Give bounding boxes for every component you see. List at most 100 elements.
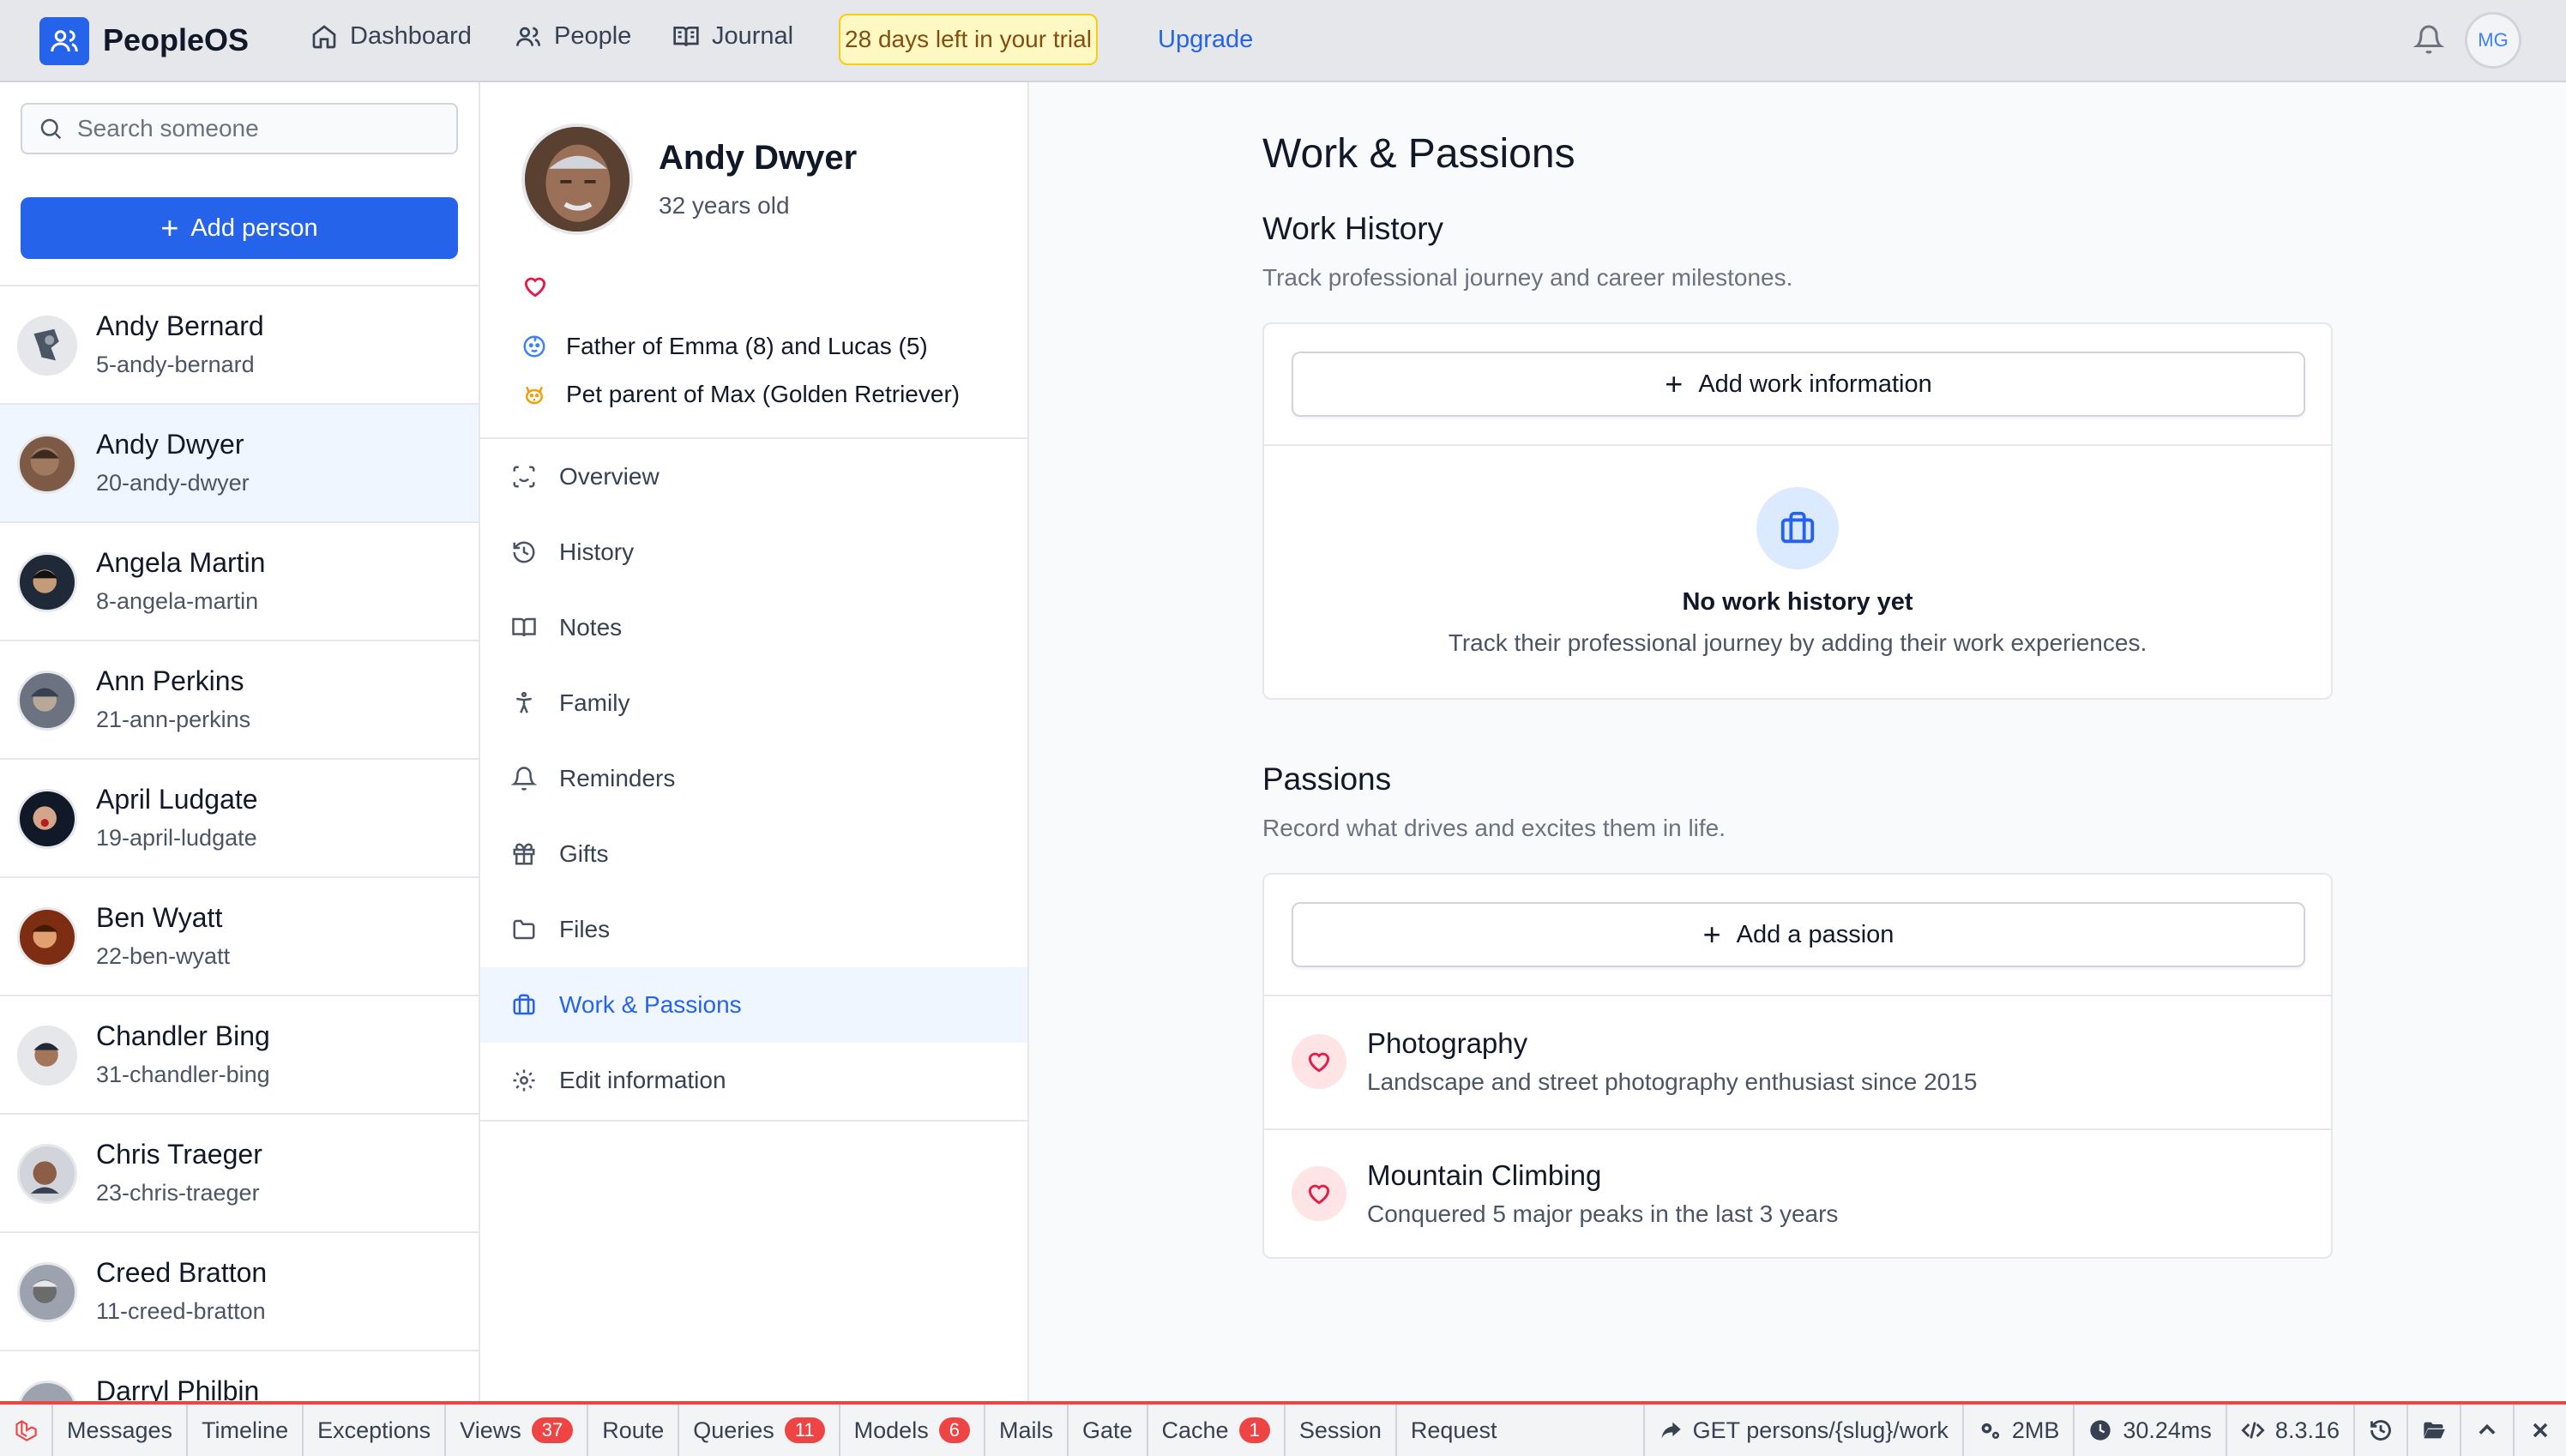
debugbar-tab-cache[interactable]: Cache 1 (1148, 1405, 1286, 1456)
profile-name: Andy Dwyer (659, 139, 858, 177)
person-name: Ann Perkins (96, 665, 244, 696)
add-work-label: Add work information (1698, 370, 1932, 398)
menu-item-files[interactable]: Files (480, 892, 1027, 967)
plus-icon: + (160, 210, 179, 245)
menu-item-work-passions[interactable]: Work & Passions (480, 967, 1027, 1043)
search-input[interactable] (77, 115, 437, 142)
tab-label: Timeline (202, 1417, 289, 1443)
menu-label: Edit information (559, 1067, 726, 1093)
history-icon[interactable] (2355, 1405, 2408, 1456)
user-avatar[interactable]: MG (2465, 12, 2521, 69)
add-passion-button[interactable]: + Add a passion (1292, 902, 2305, 967)
people-icon (516, 27, 540, 46)
menu-item-reminders[interactable]: Reminders (480, 741, 1027, 816)
passion-item[interactable]: Mountain Climbing Conquered 5 major peak… (1264, 1128, 2331, 1260)
debugbar-route[interactable]: GET persons/{slug}/work (1642, 1405, 1964, 1456)
search-box[interactable] (21, 103, 458, 154)
time-text: 30.24ms (2123, 1417, 2212, 1443)
profile-age: 32 years old (659, 192, 790, 219)
trial-badge: 28 days left in your trial (839, 14, 1098, 65)
profile-avatar (521, 123, 633, 235)
debugbar-tab-models[interactable]: Models 6 (840, 1405, 985, 1456)
debugbar-tab-timeline[interactable]: Timeline (188, 1405, 304, 1456)
list-item[interactable]: Angela Martin 8-angela-martin (0, 523, 479, 641)
nav-dashboard-label: Dashboard (350, 22, 472, 50)
debugbar-tab-queries[interactable]: Queries 11 (679, 1405, 840, 1456)
person-slug: 31-chandler-bing (96, 1062, 270, 1087)
menu-item-gifts[interactable]: Gifts (480, 816, 1027, 892)
scan-face-icon (513, 466, 535, 488)
count-badge: 6 (938, 1417, 970, 1443)
person-slug: 20-andy-dwyer (96, 470, 250, 496)
debugbar-tab-request[interactable]: Request (1397, 1405, 1511, 1456)
menu-item-family[interactable]: Family (480, 665, 1027, 741)
menu-label: Notes (559, 614, 623, 641)
debugbar-time[interactable]: 30.24ms (2075, 1405, 2227, 1456)
debugbar-tab-route[interactable]: Route (588, 1405, 680, 1456)
debugbar-tab-mails[interactable]: Mails (985, 1405, 1069, 1456)
list-item[interactable]: Chris Traeger 23-chris-traeger (0, 1115, 479, 1233)
debugbar-php-version[interactable]: 8.3.16 (2227, 1405, 2355, 1456)
nav-dashboard[interactable]: Dashboard (310, 22, 472, 51)
avatar (17, 907, 77, 967)
avatar (17, 789, 77, 849)
tab-label: Queries (693, 1417, 774, 1443)
list-item[interactable]: Darryl Philbin (0, 1351, 479, 1401)
debugbar-tab-exceptions[interactable]: Exceptions (304, 1405, 447, 1456)
history-icon (513, 541, 535, 563)
debugbar-tab-session[interactable]: Session (1286, 1405, 1397, 1456)
nav-people[interactable]: People (515, 22, 631, 51)
bell-icon[interactable] (2413, 24, 2444, 55)
add-person-button[interactable]: + Add person (21, 197, 458, 259)
profile-panel: Andy Dwyer 32 years old Father of Emma (… (480, 82, 1029, 1401)
person-name: Chandler Bing (96, 1020, 270, 1051)
folder-icon (513, 919, 535, 940)
person-name: Ben Wyatt (96, 902, 223, 933)
nav-journal[interactable]: Journal (672, 22, 793, 51)
page-title: Work & Passions (1262, 131, 1575, 177)
list-item[interactable]: Ann Perkins 21-ann-perkins (0, 641, 479, 760)
menu-label: Work & Passions (559, 991, 742, 1018)
list-item[interactable]: Chandler Bing 31-chandler-bing (0, 996, 479, 1115)
debugbar-memory[interactable]: 2MB (1964, 1405, 2075, 1456)
passion-description: Landscape and street photography enthusi… (1367, 1068, 1978, 1095)
php-version-text: 8.3.16 (2274, 1417, 2340, 1443)
menu-item-edit-information[interactable]: Edit information (480, 1043, 1027, 1118)
list-item[interactable]: Creed Bratton 11-creed-bratton (0, 1233, 479, 1351)
menu-item-history[interactable]: History (480, 514, 1027, 590)
menu-item-overview[interactable]: Overview (480, 439, 1027, 514)
person-slug: 8-angela-martin (96, 588, 259, 614)
tab-label: Exceptions (317, 1417, 431, 1443)
list-item[interactable]: Andy Dwyer 20-andy-dwyer (0, 405, 479, 523)
heart-icon (524, 277, 546, 298)
close-icon[interactable] (2515, 1405, 2566, 1456)
debugbar-logo-icon[interactable] (0, 1405, 53, 1456)
menu-item-notes[interactable]: Notes (480, 590, 1027, 665)
plus-icon: + (1665, 366, 1684, 401)
person-name: April Ludgate (96, 784, 258, 815)
debugbar-tab-gate[interactable]: Gate (1069, 1405, 1148, 1456)
app-name[interactable]: PeopleOS (103, 22, 249, 58)
passion-title: Mountain Climbing (1367, 1159, 1602, 1191)
person-slug: 11-creed-bratton (96, 1298, 266, 1324)
debug-bar: Messages Timeline Exceptions Views 37 Rou… (0, 1401, 2566, 1456)
debugbar-tab-messages[interactable]: Messages (53, 1405, 189, 1456)
people-list: Andy Bernard 5-andy-bernard Andy Dwyer 2… (0, 285, 479, 1401)
chevron-up-icon[interactable] (2461, 1405, 2515, 1456)
list-item[interactable]: Andy Bernard 5-andy-bernard (0, 286, 479, 405)
menu-label: Reminders (559, 765, 676, 791)
tab-label: Mails (998, 1417, 1053, 1443)
upgrade-link[interactable]: Upgrade (1158, 26, 1253, 54)
tab-label: Cache (1161, 1417, 1229, 1443)
folder-open-icon[interactable] (2408, 1405, 2461, 1456)
logo-icon[interactable] (39, 17, 89, 65)
fact-pet-text: Pet parent of Max (Golden Retriever) (566, 381, 961, 407)
passion-item[interactable]: Photography Landscape and street photogr… (1264, 996, 2331, 1128)
debugbar-tab-views[interactable]: Views 37 (446, 1405, 589, 1456)
list-item[interactable]: Ben Wyatt 22-ben-wyatt (0, 878, 479, 996)
top-header: PeopleOS Dashboard People Journal 28 day… (0, 0, 2566, 82)
avatar (17, 1262, 77, 1322)
add-work-button[interactable]: + Add work information (1292, 352, 2305, 417)
list-item[interactable]: April Ludgate 19-april-ludgate (0, 760, 479, 878)
